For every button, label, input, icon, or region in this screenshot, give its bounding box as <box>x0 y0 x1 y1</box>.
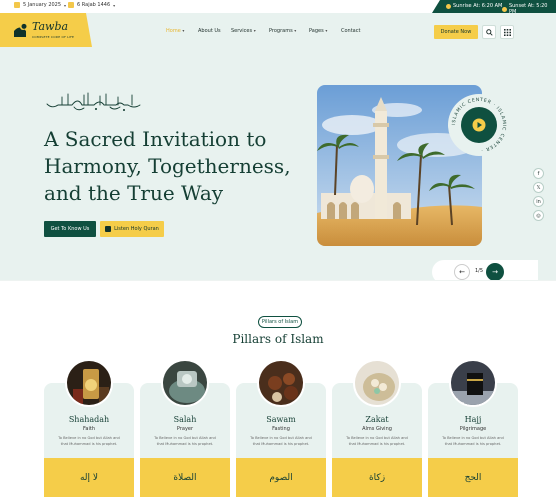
pillar-description: To Believe in no God but Allah and that … <box>442 436 504 446</box>
section-title: Pillars of Islam <box>232 332 324 346</box>
pillar-calligraphy: الحج <box>428 458 518 497</box>
previous-slide-button[interactable]: ← <box>454 264 470 280</box>
instagram-icon[interactable]: ◎ <box>533 210 544 221</box>
arrow-left-icon: ← <box>459 268 465 276</box>
bismillah-calligraphy <box>46 92 141 112</box>
hero-section: A Sacred Invitation to Harmony, Together… <box>0 47 556 284</box>
hijri-selector[interactable]: 6 Rajab 1446 ▾ <box>68 2 115 8</box>
hijri-date: 6 Rajab 1446 <box>77 2 111 8</box>
arrow-right-icon: → <box>492 268 498 276</box>
chevron-down-icon: ▾ <box>113 2 116 8</box>
pillar-name: Hajj <box>464 415 482 424</box>
slide-counter: 1/5 <box>475 268 484 274</box>
pillar-name: Zakat <box>365 415 389 424</box>
listen-quran-button[interactable]: Listen Holy Quran <box>100 221 164 237</box>
nav-item-about[interactable]: About Us <box>198 28 221 34</box>
prayer-times-bar: Sunrise At: 6:20 AM Sunset At: 5:20 PM <box>432 0 556 13</box>
sunrise-label: Sunrise At: 6:20 AM <box>453 3 503 9</box>
top-info-bar: 5 January 2025 ▾ 6 Rajab 1446 ▾ Sunrise … <box>0 0 556 13</box>
date-selector[interactable]: 5 January 2025 ▾ <box>14 2 66 8</box>
pillar-name: Salah <box>173 415 197 424</box>
sunrise-time: Sunrise At: 6:20 AM <box>446 3 502 9</box>
pillar-calligraphy: الصلاة <box>140 458 230 497</box>
pillar-subtitle: Fasting <box>272 426 290 432</box>
sunrise-icon <box>446 3 451 9</box>
play-video-button[interactable] <box>461 107 497 143</box>
nav-item-contact[interactable]: Contact <box>341 28 360 34</box>
pillar-subtitle: Faith <box>83 426 95 432</box>
pillar-subtitle: Pilgrimage <box>459 426 487 432</box>
pillar-calligraphy: لا إله <box>44 458 134 497</box>
hero-title: A Sacred Invitation to Harmony, Together… <box>44 127 291 205</box>
sunset-icon <box>502 6 507 12</box>
pillar-name: Sawam <box>266 415 296 424</box>
nav-item-services[interactable]: Services ▾ <box>231 28 256 34</box>
gregorian-date: 5 January 2025 <box>23 2 62 8</box>
play-icon <box>472 118 486 132</box>
nav-item-programs[interactable]: Programs ▾ <box>269 28 296 34</box>
menu-grid-button[interactable] <box>500 25 514 39</box>
x-icon[interactable]: 𝕏 <box>533 182 544 193</box>
zakat-image <box>353 359 401 407</box>
donate-button[interactable]: Donate Now <box>434 25 478 39</box>
moon-calendar-icon <box>68 2 74 8</box>
shahadah-image <box>65 359 113 407</box>
prayer-image <box>161 359 209 407</box>
kaaba-image <box>449 359 497 407</box>
nav-item-home[interactable]: Home ▾ <box>166 28 184 34</box>
pillar-description: To Believe in no God but Allah and that … <box>250 436 312 446</box>
section-tag: Pillars of Islam <box>258 316 302 328</box>
mosque-logo-icon <box>14 23 27 37</box>
chevron-down-icon: ▾ <box>64 2 67 8</box>
brand-name: Tawba <box>32 20 69 33</box>
pillar-name: Shahadah <box>68 415 110 424</box>
divider <box>0 280 556 281</box>
pillar-subtitle: Prayer <box>176 426 194 432</box>
facebook-icon[interactable]: f <box>533 168 544 179</box>
dates-image <box>257 359 305 407</box>
listen-quran-label: Listen Holy Quran <box>114 226 159 232</box>
nav-item-pages[interactable]: Pages ▾ <box>309 28 327 34</box>
search-icon <box>485 28 493 36</box>
logo[interactable]: Tawba COMPLETE CODE OF LIFE <box>0 13 92 47</box>
brand-tagline: COMPLETE CODE OF LIFE <box>32 35 75 39</box>
grid-icon <box>503 28 511 36</box>
pillar-description: To Believe in no God but Allah and that … <box>346 436 408 446</box>
calendar-icon <box>14 2 20 8</box>
linkedin-icon[interactable]: in <box>533 196 544 207</box>
pillar-subtitle: Alms Giving <box>362 426 392 432</box>
pillar-calligraphy: زكاة <box>332 458 422 497</box>
pillar-description: To Believe in no God but Allah and that … <box>58 436 120 446</box>
search-button[interactable] <box>482 25 496 39</box>
pillar-calligraphy: الصوم <box>236 458 326 497</box>
next-slide-button[interactable]: → <box>486 263 504 281</box>
get-to-know-us-button[interactable]: Get To Know Us <box>44 221 96 237</box>
quran-icon <box>105 226 112 232</box>
pillar-description: To Believe in no God but Allah and that … <box>154 436 216 446</box>
